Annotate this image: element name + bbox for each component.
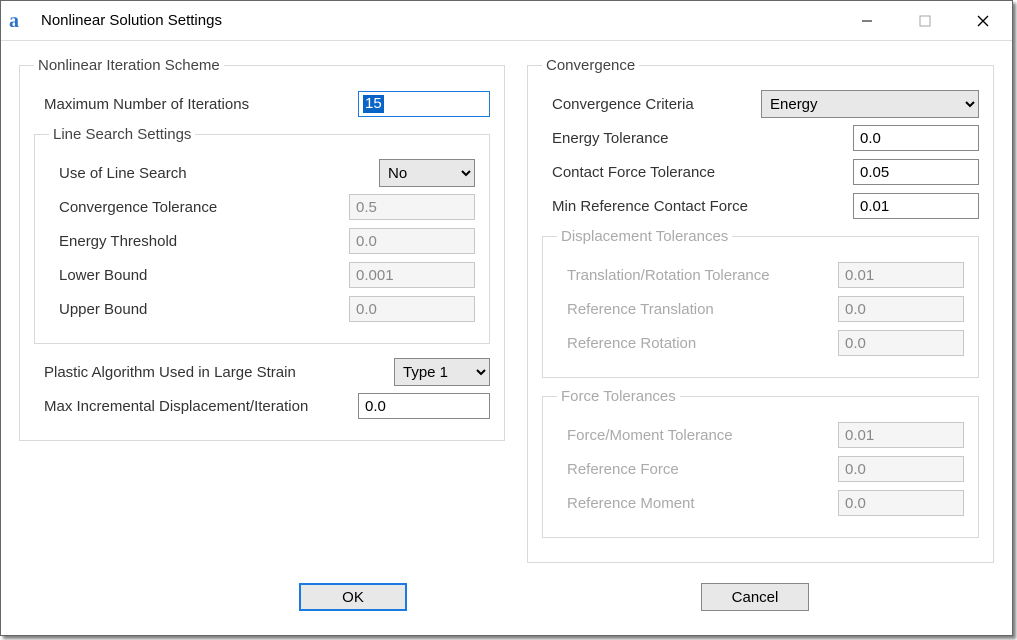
upper-bound-label: Upper Bound [49,301,349,318]
upper-bound-input [349,296,475,322]
convergence-group: Convergence Convergence Criteria Energy … [527,57,994,563]
group-label: Convergence [542,57,639,74]
tr-tol-input [838,262,964,288]
tr-tol-label: Translation/Rotation Tolerance [557,267,838,284]
energy-tol-label: Energy Tolerance [542,130,853,147]
max-iterations-label: Maximum Number of Iterations [34,96,358,113]
app-icon: a [9,11,29,31]
line-search-group: Line Search Settings Use of Line Search … [34,126,490,344]
energy-threshold-input [349,228,475,254]
criteria-label: Convergence Criteria [542,96,761,113]
maximize-button [896,1,954,41]
min-ref-cf-label: Min Reference Contact Force [542,198,853,215]
contact-tol-label: Contact Force Tolerance [542,164,853,181]
ok-button[interactable]: OK [299,583,407,611]
ref-f-label: Reference Force [557,461,838,478]
energy-tol-input[interactable] [853,125,979,151]
lower-bound-label: Lower Bound [49,267,349,284]
ref-rot-input [838,330,964,356]
group-label: Line Search Settings [49,126,195,143]
max-inc-disp-input[interactable] [358,393,490,419]
ref-tr-input [838,296,964,322]
use-line-search-label: Use of Line Search [49,165,379,182]
dialog-window: a Nonlinear Solution Settings Nonlinear … [0,0,1013,636]
ref-f-input [838,456,964,482]
max-inc-disp-label: Max Incremental Displacement/Iteration [34,398,358,415]
energy-threshold-label: Energy Threshold [49,233,349,250]
plastic-alg-select[interactable]: Type 1 [394,358,490,386]
close-button[interactable] [954,1,1012,41]
criteria-select[interactable]: Energy [761,90,979,118]
use-line-search-select[interactable]: No [379,159,475,187]
cancel-button[interactable]: Cancel [701,583,809,611]
window-title: Nonlinear Solution Settings [41,12,838,29]
lower-bound-input [349,262,475,288]
ref-rot-label: Reference Rotation [557,335,838,352]
button-row: OK Cancel [19,583,994,625]
displacement-tol-group: Displacement Tolerances Translation/Rota… [542,228,979,378]
min-ref-cf-input[interactable] [853,193,979,219]
conv-tol-input [349,194,475,220]
minimize-button[interactable] [838,1,896,41]
force-tol-group: Force Tolerances Force/Moment Tolerance … [542,388,979,538]
title-bar: a Nonlinear Solution Settings [1,1,1012,41]
fm-tol-input [838,422,964,448]
max-iterations-value: 15 [363,95,384,113]
plastic-alg-label: Plastic Algorithm Used in Large Strain [34,364,394,381]
group-label: Nonlinear Iteration Scheme [34,57,224,74]
ref-tr-label: Reference Translation [557,301,838,318]
group-label: Force Tolerances [557,388,680,405]
group-label: Displacement Tolerances [557,228,732,245]
nonlinear-iteration-group: Nonlinear Iteration Scheme Maximum Numbe… [19,57,505,441]
ref-m-label: Reference Moment [557,495,838,512]
conv-tol-label: Convergence Tolerance [49,199,349,216]
fm-tol-label: Force/Moment Tolerance [557,427,838,444]
contact-tol-input[interactable] [853,159,979,185]
dialog-content: Nonlinear Iteration Scheme Maximum Numbe… [1,41,1012,635]
max-iterations-input[interactable]: 15 [358,91,490,117]
ref-m-input [838,490,964,516]
